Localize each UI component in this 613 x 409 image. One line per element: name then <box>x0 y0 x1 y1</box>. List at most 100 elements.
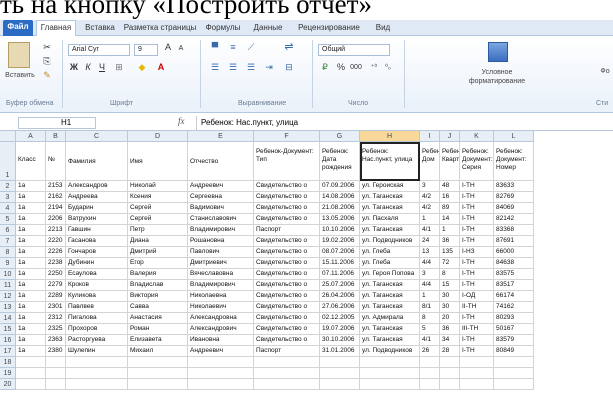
table-cell[interactable]: Есаулова <box>66 269 128 280</box>
table-cell[interactable]: 74162 <box>494 302 534 313</box>
percent-button[interactable]: % <box>336 62 346 73</box>
empty-cell[interactable] <box>66 357 128 368</box>
table-cell[interactable]: 13.05.2006 <box>320 214 360 225</box>
table-cell[interactable]: 25.07.2006 <box>320 280 360 291</box>
align-middle-icon[interactable]: ≡ <box>226 42 240 53</box>
empty-cell[interactable] <box>188 357 254 368</box>
select-all-corner[interactable] <box>0 131 16 142</box>
table-cell[interactable]: 4/2 <box>420 203 440 214</box>
conditional-format-button[interactable]: Условное форматирование <box>462 68 532 86</box>
empty-cell[interactable] <box>188 379 254 390</box>
empty-cell[interactable] <box>494 368 534 379</box>
column-header-j[interactable]: J <box>440 131 460 142</box>
table-cell[interactable]: I-ТН <box>460 236 494 247</box>
table-cell[interactable]: Гасанова <box>66 236 128 247</box>
table-cell[interactable]: Сергей <box>128 203 188 214</box>
header-cell[interactable]: Ребенок: Дом <box>420 142 440 181</box>
table-cell[interactable]: 2289 <box>46 291 66 302</box>
decrease-decimal-icon[interactable]: ⁰₀ <box>382 62 394 73</box>
table-cell[interactable]: Свидетельство о <box>254 302 320 313</box>
table-cell[interactable]: Виктория <box>128 291 188 302</box>
row-header[interactable]: 6 <box>0 225 16 236</box>
row-header[interactable]: 19 <box>0 368 16 379</box>
table-cell[interactable]: Свидетельство о <box>254 291 320 302</box>
table-cell[interactable]: Егор <box>128 258 188 269</box>
table-cell[interactable]: 83633 <box>494 181 534 192</box>
align-right-icon[interactable]: ☰ <box>244 62 258 73</box>
table-cell[interactable]: 2363 <box>46 335 66 346</box>
fx-icon[interactable]: fx <box>178 116 185 126</box>
number-format-combo[interactable]: Общий <box>318 44 390 56</box>
table-cell[interactable]: I-ТН <box>460 280 494 291</box>
table-cell[interactable]: 1 <box>420 291 440 302</box>
table-cell[interactable]: ул. Таганская <box>360 203 420 214</box>
table-cell[interactable]: 83579 <box>494 335 534 346</box>
tab-page-layout[interactable]: Разметка страницы <box>122 21 198 36</box>
row-header[interactable]: 8 <box>0 247 16 258</box>
table-cell[interactable]: 21.08.2006 <box>320 203 360 214</box>
row-header[interactable]: 5 <box>0 214 16 225</box>
table-cell[interactable]: 82769 <box>494 192 534 203</box>
empty-cell[interactable] <box>128 368 188 379</box>
table-cell[interactable]: 4/4 <box>420 258 440 269</box>
table-cell[interactable]: 30 <box>440 302 460 313</box>
table-cell[interactable]: Гончаров <box>66 247 128 258</box>
spreadsheet-grid[interactable]: ABCDEFGHIJKL 1 2 3 4 5 6 7 8 9 10 11 12 13 14 15 16 17 18… <box>0 131 613 409</box>
table-cell[interactable]: 1а <box>16 291 46 302</box>
table-cell[interactable]: ул. Таганская <box>360 335 420 346</box>
decrease-font-icon[interactable]: A <box>177 43 185 54</box>
table-cell[interactable]: Свидетельство о <box>254 192 320 203</box>
row-header[interactable]: 1 <box>0 142 16 181</box>
table-cell[interactable]: 2279 <box>46 280 66 291</box>
table-cell[interactable]: Анастасия <box>128 313 188 324</box>
table-cell[interactable]: 89 <box>440 203 460 214</box>
table-cell[interactable]: ул. Подводников <box>360 346 420 357</box>
table-cell[interactable]: 2220 <box>46 236 66 247</box>
cut-icon[interactable]: ✂ <box>42 42 52 53</box>
table-cell[interactable]: 1а <box>16 302 46 313</box>
table-cell[interactable]: 08.07.2006 <box>320 247 360 258</box>
empty-cell[interactable] <box>254 379 320 390</box>
table-cell[interactable]: Свидетельство о <box>254 324 320 335</box>
table-cell[interactable]: 8 <box>420 313 440 324</box>
table-cell[interactable]: Паспорт <box>254 346 320 357</box>
table-cell[interactable]: 1 <box>440 225 460 236</box>
currency-icon[interactable]: ₽ <box>318 62 332 73</box>
table-cell[interactable]: Савва <box>128 302 188 313</box>
table-cell[interactable]: 1а <box>16 247 46 258</box>
table-cell[interactable]: 1а <box>16 346 46 357</box>
table-cell[interactable]: 1а <box>16 280 46 291</box>
table-cell[interactable]: 2312 <box>46 313 66 324</box>
row-header[interactable]: 13 <box>0 302 16 313</box>
wrap-text-icon[interactable]: ⇌ <box>280 42 298 53</box>
row-header[interactable]: 15 <box>0 324 16 335</box>
copy-icon[interactable]: ⎘ <box>42 56 52 67</box>
table-cell[interactable]: Дмитриевич <box>188 258 254 269</box>
empty-cell[interactable] <box>46 368 66 379</box>
table-cell[interactable]: ул. Таганская <box>360 225 420 236</box>
table-cell[interactable]: Станиславович <box>188 214 254 225</box>
table-cell[interactable]: 34 <box>440 335 460 346</box>
table-cell[interactable]: Николаевна <box>188 291 254 302</box>
table-cell[interactable]: 4/1 <box>420 225 440 236</box>
empty-cell[interactable] <box>460 357 494 368</box>
table-cell[interactable]: 13 <box>420 247 440 258</box>
empty-cell[interactable] <box>66 368 128 379</box>
table-cell[interactable]: Михаил <box>128 346 188 357</box>
thousands-button[interactable]: 000 <box>348 62 364 73</box>
table-cell[interactable]: Ксения <box>128 192 188 203</box>
empty-cell[interactable] <box>440 357 460 368</box>
row-header[interactable]: 2 <box>0 181 16 192</box>
column-header-i[interactable]: I <box>420 131 440 142</box>
table-cell[interactable]: I-ТН <box>460 313 494 324</box>
empty-cell[interactable] <box>360 379 420 390</box>
header-cell[interactable]: Ребенок: Документ: Серия <box>460 142 494 181</box>
table-cell[interactable]: 50167 <box>494 324 534 335</box>
table-cell[interactable]: Валерия <box>128 269 188 280</box>
table-cell[interactable]: Свидетельство о <box>254 280 320 291</box>
column-header-c[interactable]: C <box>66 131 128 142</box>
paste-icon[interactable] <box>8 42 30 68</box>
indent-icon[interactable]: ⇥ <box>262 62 276 73</box>
italic-button[interactable]: К <box>82 62 94 73</box>
empty-cell[interactable] <box>254 368 320 379</box>
